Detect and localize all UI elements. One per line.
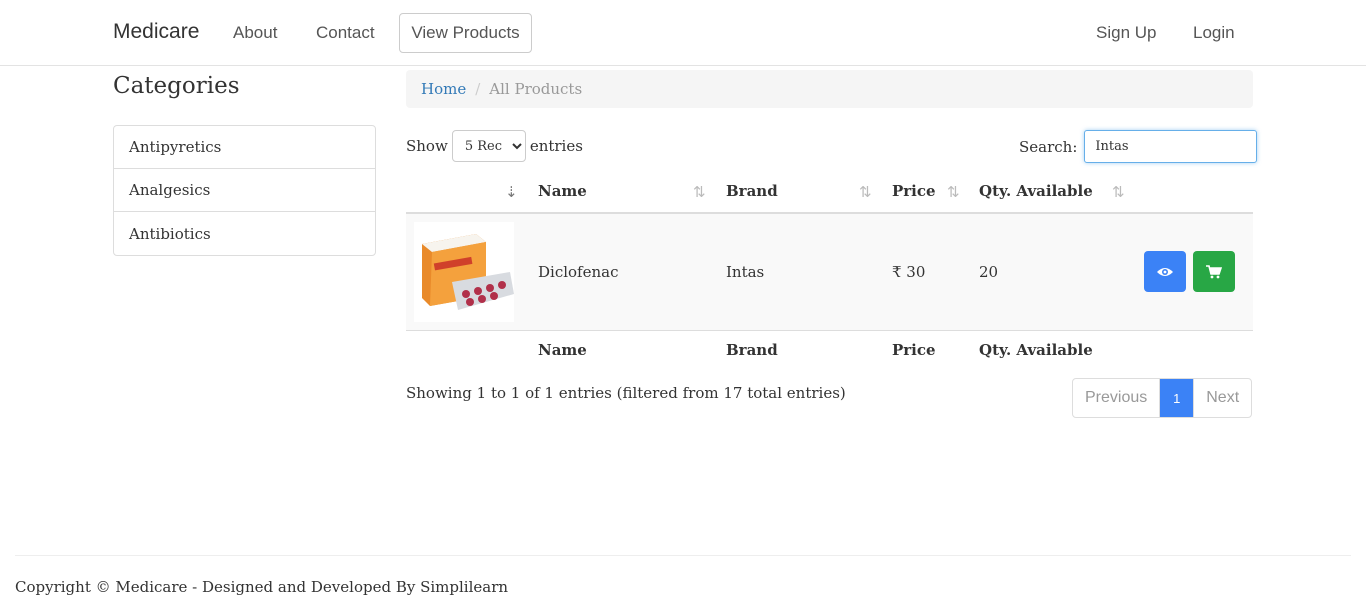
breadcrumb-separator: /: [475, 80, 481, 98]
category-item-antipyretics[interactable]: Antipyretics: [114, 126, 375, 169]
search-control: Search:: [1019, 130, 1258, 163]
sort-icon[interactable]: ⇅: [859, 183, 872, 201]
sort-icon[interactable]: ⇅: [693, 183, 706, 201]
category-item-antibiotics[interactable]: Antibiotics: [114, 212, 375, 255]
cart-icon: [1206, 264, 1222, 278]
footer-column-qty: Qty. Available: [979, 340, 1093, 359]
table-info: Showing 1 to 1 of 1 entries (filtered fr…: [406, 384, 846, 402]
categories-title: Categories: [113, 73, 240, 99]
entries-label: entries: [529, 137, 583, 155]
sort-icon[interactable]: ⇣: [505, 183, 518, 201]
product-name: Diclofenac: [538, 263, 619, 281]
column-header-name[interactable]: Name: [538, 170, 587, 212]
category-item-analgesics[interactable]: Analgesics: [114, 169, 375, 212]
sort-icon[interactable]: ⇅: [947, 183, 960, 201]
table-footer: Name Brand Price Qty. Available: [406, 330, 1253, 368]
nav-link-contact[interactable]: Contact: [316, 23, 375, 43]
product-qty: 20: [979, 263, 999, 281]
diclofenac-pack-image: [414, 222, 514, 322]
products-table: ⇣ Name ⇅ Brand ⇅ Price ⇅ Qty. Available …: [406, 170, 1253, 368]
nav-link-signup[interactable]: Sign Up: [1096, 23, 1156, 43]
footer-copyright: Copyright © Medicare - Designed and Deve…: [15, 578, 509, 596]
column-header-qty[interactable]: Qty. Available: [979, 170, 1093, 212]
sort-icon[interactable]: ⇅: [1112, 183, 1125, 201]
brand-logo[interactable]: Medicare: [113, 20, 199, 44]
footer-column-name: Name: [538, 340, 587, 359]
footer-column-brand: Brand: [726, 340, 778, 359]
search-input[interactable]: [1084, 130, 1258, 163]
pagination-page-1[interactable]: 1: [1160, 379, 1194, 417]
nav-link-about[interactable]: About: [233, 23, 277, 43]
view-product-button[interactable]: [1144, 251, 1186, 292]
column-header-price[interactable]: Price: [892, 170, 936, 212]
breadcrumb-home-link[interactable]: Home: [421, 80, 466, 98]
column-header-brand[interactable]: Brand: [726, 170, 778, 212]
add-to-cart-button[interactable]: [1193, 251, 1235, 292]
product-price: ₹ 30: [892, 263, 926, 281]
table-header: ⇣ Name ⇅ Brand ⇅ Price ⇅ Qty. Available …: [406, 170, 1253, 214]
table-row: Diclofenac Intas ₹ 30 20: [406, 214, 1253, 330]
page-size-select[interactable]: 5 Rec: [451, 130, 526, 162]
navbar: Medicare About Contact View Products Sig…: [0, 0, 1366, 66]
pagination: Previous 1 Next: [1072, 378, 1253, 418]
search-label: Search:: [1019, 137, 1078, 156]
eye-icon: [1157, 267, 1173, 276]
breadcrumb: Home / All Products: [406, 70, 1253, 108]
view-products-button[interactable]: View Products: [399, 13, 532, 53]
pagination-previous[interactable]: Previous: [1073, 379, 1161, 417]
show-label: Show: [406, 137, 448, 155]
nav-link-login[interactable]: Login: [1193, 23, 1235, 43]
category-list: Antipyretics Analgesics Antibiotics: [113, 125, 376, 256]
page-size-control: Show 5 Rec entries: [406, 130, 583, 162]
product-brand: Intas: [726, 263, 765, 281]
footer-divider: [15, 555, 1351, 556]
footer-column-price: Price: [892, 340, 936, 359]
breadcrumb-current: All Products: [489, 80, 583, 98]
product-image: [414, 222, 514, 322]
pagination-next[interactable]: Next: [1193, 379, 1251, 417]
